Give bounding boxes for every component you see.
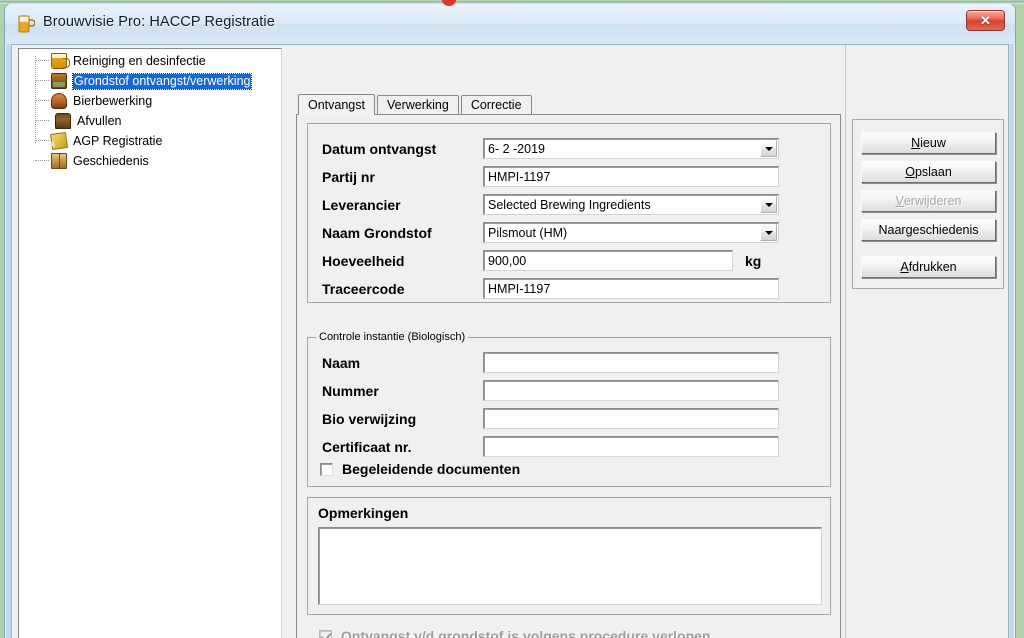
close-button[interactable]: ✕ — [966, 10, 1005, 31]
beer-mug-icon — [18, 15, 35, 33]
action-button-naar-geschiedenis[interactable]: Naar g eschiedenis — [861, 219, 996, 241]
control-body-title: Controle instantie (Biologisch) — [316, 331, 469, 343]
control-input-naam[interactable] — [483, 352, 779, 373]
close-icon: ✕ — [980, 13, 991, 28]
accompanying-docs-label: Begeleidende documenten — [342, 461, 521, 477]
sidebar-item-bierbewerking[interactable]: Bierbewerking — [19, 91, 281, 111]
field-label-partij-nr: Partij nr — [322, 169, 375, 185]
control-label-nummer: Nummer — [322, 383, 379, 399]
desktop-background: Brouwvisie Pro: HACCP Registratie ✕ Rein… — [0, 0, 1024, 638]
panel-divider — [845, 45, 846, 638]
field-input-leverancier[interactable]: Selected Brewing Ingredients — [483, 194, 779, 215]
tab-correctie[interactable]: Correctie — [460, 95, 532, 114]
tree-connector-dash — [35, 100, 49, 101]
control-input-nummer[interactable] — [483, 380, 779, 401]
unit-label-kg: kg — [745, 253, 762, 269]
sidebar-item-reiniging-en-desinfectie[interactable]: Reiniging en desinfectie — [19, 51, 281, 71]
tree-connector-dash — [35, 120, 49, 121]
control-label-naam: Naam — [322, 355, 361, 371]
sidebar-item-label: AGP Registratie — [73, 133, 163, 148]
sidebar-item-label: Bierbewerking — [73, 93, 153, 108]
tree-connector-dash — [35, 140, 49, 141]
sidebar-item-label: Grondstof ontvangst/verwerking — [71, 72, 253, 90]
sidebar-item-label: Reiniging en desinfectie — [73, 53, 206, 68]
tab-strip: Ontvangst Verwerking Correctie — [296, 93, 841, 115]
tree-connector-dash — [35, 60, 49, 61]
receipt-fields-group: Datum ontvangst 6- 2 -2019 Partij nr HMPI-1… — [307, 123, 831, 303]
client-area: Reiniging en desinfectie Grondstof ontvan… — [11, 44, 1009, 638]
screen-top-strip — [0, 0, 1024, 4]
action-button-panel: Nieuw Opslaan Verwijderen Naar g eschiedenis… — [852, 119, 1004, 289]
field-input-partij-nr[interactable]: HMPI-1197 — [483, 166, 779, 187]
action-button-afdrukken[interactable]: Afdrukken — [861, 256, 996, 278]
title-bar[interactable]: Brouwvisie Pro: HACCP Registratie ✕ — [5, 4, 1015, 44]
remarks-textarea[interactable] — [318, 527, 822, 605]
procedure-confirmation-row: Ontvangst v/d grondstof is volgens proce… — [319, 628, 711, 638]
field-input-naam-grondstof[interactable]: Pilsmout (HM) — [483, 222, 779, 243]
tab-control: Ontvangst Verwerking Correctie Datum ontva… — [296, 93, 841, 638]
navigation-tree[interactable]: Reiniging en desinfectie Grondstof ontvan… — [18, 48, 282, 638]
tab-panel-ontvangst: Datum ontvangst 6- 2 -2019 Partij nr HMPI-1… — [296, 114, 841, 638]
action-button-opslaan[interactable]: Opslaan — [861, 161, 996, 183]
tab-ontvangst[interactable]: Ontvangst — [298, 94, 375, 115]
accompanying-docs-checkbox[interactable] — [320, 462, 333, 476]
chevron-down-icon[interactable] — [760, 224, 777, 241]
sidebar-item-label: Afvullen — [77, 113, 122, 128]
control-input-bio-verwijzing[interactable] — [483, 408, 779, 429]
field-input-traceercode[interactable]: HMPI-1197 — [483, 278, 779, 299]
sidebar-item-grondstof-ontvangst-verwerking[interactable]: Grondstof ontvangst/verwerking — [19, 71, 281, 91]
sidebar-item-geschiedenis[interactable]: Geschiedenis — [19, 151, 281, 171]
action-button-nieuw[interactable]: Nieuw — [861, 132, 996, 154]
field-label-leverancier: Leverancier — [322, 197, 401, 213]
accompanying-docs-checkbox-row[interactable]: Begeleidende documenten — [320, 461, 520, 477]
bottle-icon — [55, 113, 71, 129]
field-label-traceercode: Traceercode — [322, 281, 405, 297]
sidebar-item-label: Geschiedenis — [73, 153, 149, 168]
remarks-heading: Opmerkingen — [318, 505, 409, 521]
field-input-datum-ontvangst[interactable]: 6- 2 -2019 — [483, 138, 779, 159]
field-label-hoeveelheid: Hoeveelheid — [322, 253, 405, 269]
pencil-icon — [49, 131, 69, 151]
field-label-naam-grondstof: Naam Grondstof — [322, 225, 432, 241]
control-body-group: Controle instantie (Biologisch) Naam Numm… — [307, 331, 831, 487]
window-title: Brouwvisie Pro: HACCP Registratie — [43, 14, 275, 30]
procedure-confirmation-checkbox — [319, 630, 332, 638]
grain-sack-icon — [51, 73, 67, 89]
remarks-group: Opmerkingen — [307, 497, 831, 615]
procedure-confirmation-line1: Ontvangst v/d grondstof is volgens proce… — [341, 628, 711, 638]
sidebar-item-afvullen[interactable]: Afvullen — [19, 111, 281, 131]
kettle-icon — [51, 93, 67, 109]
chevron-down-icon[interactable] — [760, 140, 777, 157]
field-input-hoeveelheid[interactable]: 900,00 — [483, 250, 733, 271]
action-button-verwijderen: Verwijderen — [861, 190, 996, 212]
control-input-certificaat-nr.[interactable] — [483, 436, 779, 457]
field-label-datum-ontvangst: Datum ontvangst — [322, 141, 437, 157]
control-label-certificaat-nr.: Certificaat nr. — [322, 439, 412, 455]
book-icon — [51, 153, 67, 169]
tree-connector-dash — [35, 80, 49, 81]
control-label-bio-verwijzing: Bio verwijzing — [322, 411, 417, 427]
tab-verwerking[interactable]: Verwerking — [376, 95, 459, 114]
sidebar-item-agp-registratie[interactable]: AGP Registratie — [19, 131, 281, 151]
application-window: Brouwvisie Pro: HACCP Registratie ✕ Rein… — [4, 3, 1016, 638]
chevron-down-icon[interactable] — [760, 196, 777, 213]
tree-connector-dash — [35, 160, 49, 161]
beer-mug-icon — [51, 53, 70, 69]
